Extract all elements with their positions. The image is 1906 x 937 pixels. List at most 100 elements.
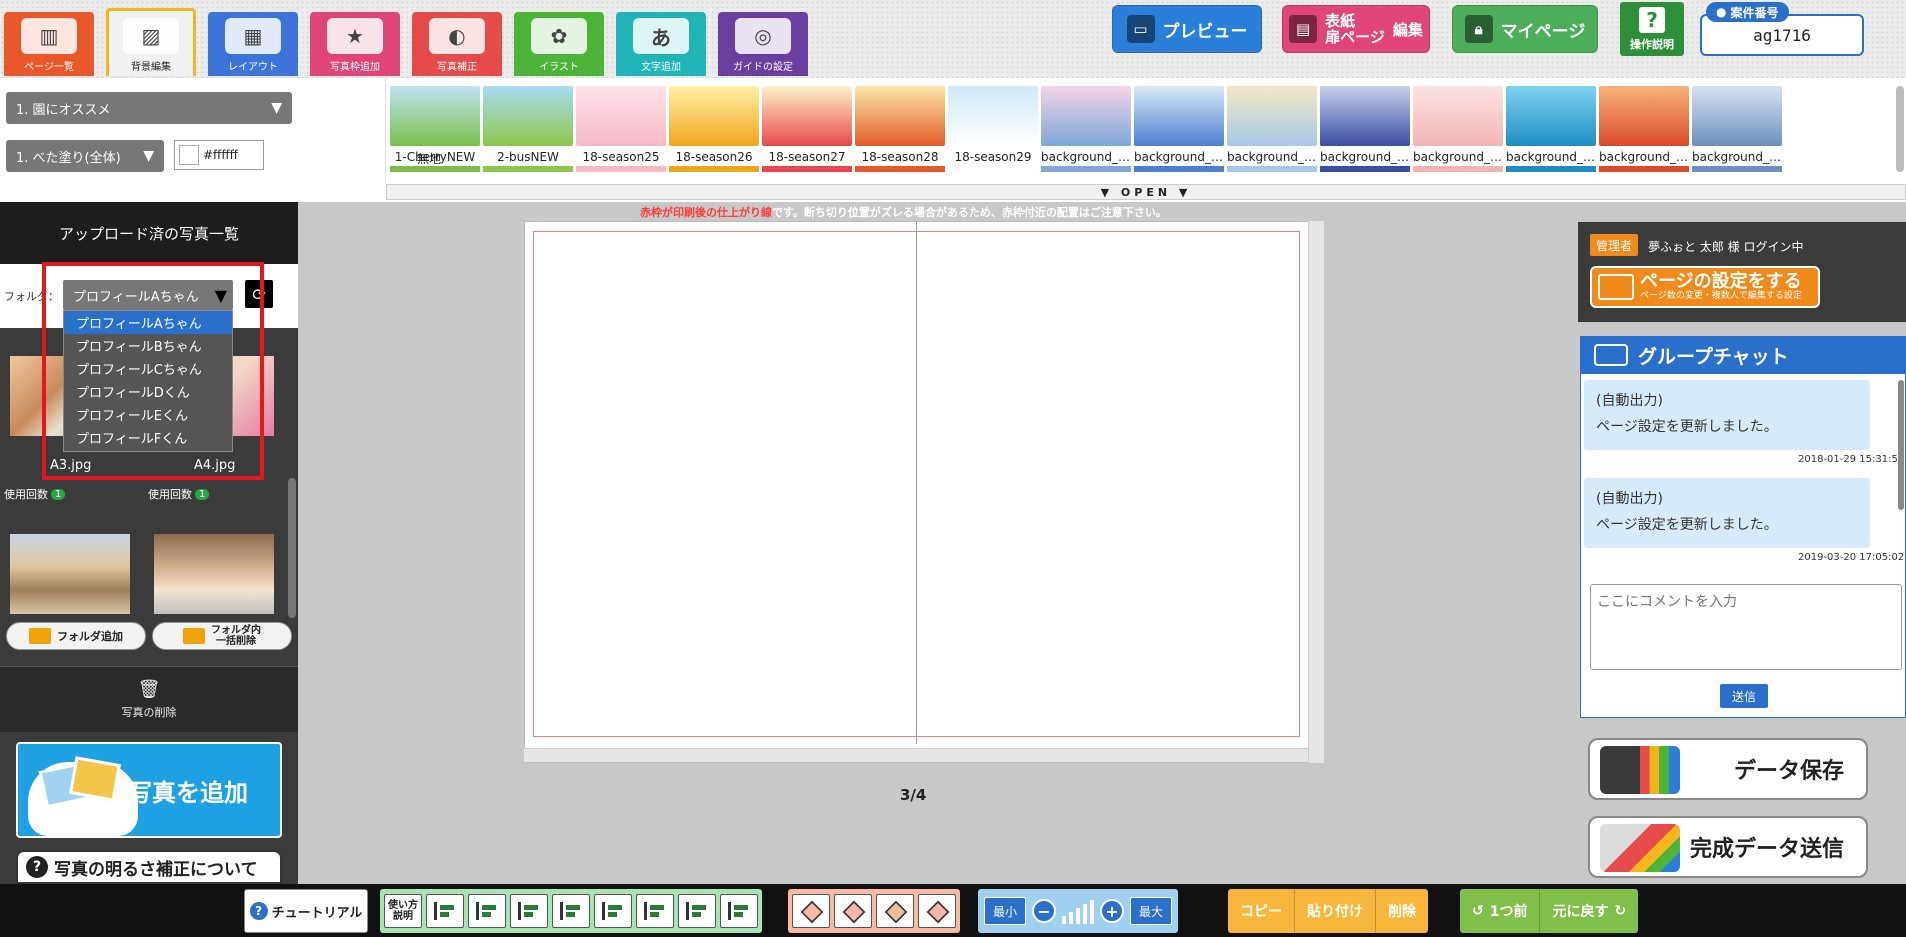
thumbnail-image: [1506, 86, 1596, 146]
send-backward-button[interactable]: [876, 894, 914, 928]
brightness-info-button[interactable]: ? 写真の明るさ補正について: [16, 850, 282, 884]
category-select[interactable]: 1. 園にオススメ ▼: [6, 92, 292, 124]
thumbnail-scrollbar[interactable]: [1896, 86, 1904, 172]
align-left-button[interactable]: [426, 894, 464, 928]
chat-header: グループチャット: [1580, 336, 1906, 374]
edit-tools: コピー 貼り付け 削除: [1228, 889, 1428, 933]
tutorial-button[interactable]: ? チュートリアル: [244, 889, 368, 933]
thumbnail-label: 18-season25: [582, 150, 660, 164]
zoom-level-bars[interactable]: [1062, 898, 1094, 924]
thumbnail-label: 2-busNEW: [497, 150, 559, 164]
lock-icon: 🔒︎: [1464, 15, 1493, 43]
thumbnail-next-row: [948, 166, 1038, 172]
bleed-notice: 赤枠が印刷後の仕上がり線です。断ち切り位置がズレる場合があるため、赤枠付近の配置…: [640, 204, 1167, 220]
background-thumbnail[interactable]: 18-season26: [669, 86, 759, 172]
tool-label: 背景編集: [131, 62, 171, 73]
tool-photo-correct[interactable]: ◐ 写真補正: [412, 12, 502, 76]
undo-button[interactable]: ↺ 1つ前: [1460, 889, 1541, 933]
comment-input[interactable]: [1590, 584, 1902, 670]
send-back-button[interactable]: [918, 894, 956, 928]
background-thumbnail[interactable]: background_0...: [1134, 86, 1224, 172]
chat-message: (自動出力) ページ設定を更新しました。: [1584, 478, 1870, 548]
background-thumbnail[interactable]: 18-season25: [576, 86, 666, 172]
fill-mode-select[interactable]: 1. べた塗り(全体) ▼: [6, 140, 164, 172]
tool-palette[interactable]: ▨ 背景編集: [106, 8, 196, 76]
background-thumbnail[interactable]: 2-busNEW: [483, 86, 573, 172]
monitor-icon: ▭: [1126, 15, 1155, 43]
submit-data-button[interactable]: 完成データ送信: [1588, 816, 1868, 878]
background-thumbnail[interactable]: background_0...: [1041, 86, 1131, 172]
copy-button[interactable]: コピー: [1228, 889, 1295, 933]
distribute-horizontal-button[interactable]: [678, 894, 716, 928]
cover-edit-suffix: 編集: [1392, 20, 1423, 39]
zoom-min-button[interactable]: 最小: [984, 897, 1026, 925]
background-thumbnail[interactable]: 18-season29: [948, 86, 1038, 172]
zoom-out-icon[interactable]: −: [1032, 899, 1056, 923]
delete-button[interactable]: 削除: [1376, 889, 1428, 933]
distribute-vertical-button[interactable]: [720, 894, 758, 928]
background-thumbnail[interactable]: 18-season28: [855, 86, 945, 172]
redo-icon: ↻: [1614, 903, 1627, 919]
align-top-button[interactable]: [552, 894, 590, 928]
align-middle-button[interactable]: [594, 894, 632, 928]
tool-label: レイアウト: [228, 62, 278, 73]
background-thumbnail[interactable]: 18-season27: [762, 86, 852, 172]
add-folder-button[interactable]: フォルダ追加: [6, 622, 146, 650]
howto-button[interactable]: 使い方 説明: [384, 894, 422, 928]
book-icon: ▥: [21, 18, 77, 54]
send-button[interactable]: 送信: [1720, 684, 1768, 708]
background-thumbnail[interactable]: background_0...: [1506, 86, 1596, 172]
preview-button[interactable]: ▭ プレビュー: [1112, 5, 1262, 53]
chat-scrollbar[interactable]: [1898, 380, 1904, 510]
delete-folder-contents-button[interactable]: フォルダ内 一括削除: [152, 622, 292, 650]
tool-star-frame[interactable]: ★ 写真枠追加: [310, 12, 400, 76]
tool-book[interactable]: ▥ ページ一覧: [4, 12, 94, 76]
thumbnail-image: [1692, 86, 1782, 146]
howto-label: 使い方 説明: [388, 900, 418, 922]
background-thumbnail[interactable]: background_0...: [1692, 86, 1782, 172]
color-input[interactable]: #ffffff: [174, 140, 264, 170]
thumbnail-next-row: [1227, 166, 1317, 172]
thumbnail-next-row: [390, 166, 480, 172]
add-photo-button[interactable]: 写真を追加: [16, 742, 282, 838]
background-thumbnail[interactable]: 1-CherryNEW: [390, 86, 480, 172]
bring-front-button[interactable]: [792, 894, 830, 928]
background-thumbnail[interactable]: background_0...: [1599, 86, 1689, 172]
page-setting-button[interactable]: ページの設定をする ページ数の変更・複数人で編集する設定: [1590, 266, 1820, 308]
delete-photo-area[interactable]: 🗑︎ 写真の削除: [0, 666, 298, 732]
zoom-max-button[interactable]: 最大: [1130, 897, 1172, 925]
mypage-button[interactable]: 🔒︎ マイページ: [1452, 5, 1598, 53]
submit-data-label: 完成データ送信: [1689, 837, 1844, 862]
align-right-button[interactable]: [510, 894, 548, 928]
tool-text-add[interactable]: あ文字追加: [616, 12, 706, 76]
tool-guide-settings[interactable]: ◎ ガイドの設定: [718, 12, 808, 76]
help-button[interactable]: ? 操作説明: [1620, 2, 1684, 56]
zoom-in-icon[interactable]: +: [1100, 899, 1124, 923]
align-center-button[interactable]: [468, 894, 506, 928]
align-bottom-button[interactable]: [636, 894, 674, 928]
tool-layout-grid[interactable]: ▦ レイアウト: [208, 12, 298, 76]
background-thumbnail[interactable]: background_0...: [1320, 86, 1410, 172]
photo-thumbnail[interactable]: [10, 534, 130, 614]
cover-edit-button[interactable]: ▤ 表紙 扉ページ 編集: [1282, 5, 1430, 53]
photo-thumbnail[interactable]: [154, 534, 274, 614]
chat-message: (自動出力) ページ設定を更新しました。: [1584, 380, 1870, 450]
thumbnail-next-row: [576, 166, 666, 172]
open-toggle[interactable]: ▼ OPEN ▼: [386, 184, 1906, 200]
background-thumbnail[interactable]: background_0...: [1227, 86, 1317, 172]
bring-forward-button[interactable]: [834, 894, 872, 928]
thumbnail-next-row: [1506, 166, 1596, 172]
save-data-button[interactable]: データ保存: [1588, 738, 1868, 800]
thumbnail-next-row: [1413, 166, 1503, 172]
background-thumbnail[interactable]: background_0...: [1413, 86, 1503, 172]
layer-back-icon: [926, 900, 948, 922]
canvas-scrollbar-horizontal[interactable]: [524, 748, 1308, 762]
color-swatch[interactable]: [179, 145, 199, 165]
photo-scrollbar[interactable]: [288, 478, 296, 618]
canvas-scrollbar-vertical[interactable]: [1308, 221, 1324, 763]
tool-illustration[interactable]: ✿ イラスト: [514, 12, 604, 76]
distribute-horizontal-icon: [686, 902, 708, 920]
redo-button[interactable]: 元に戻す ↻: [1540, 889, 1638, 933]
paste-button[interactable]: 貼り付け: [1295, 889, 1376, 933]
mypage-label: マイページ: [1500, 21, 1586, 42]
